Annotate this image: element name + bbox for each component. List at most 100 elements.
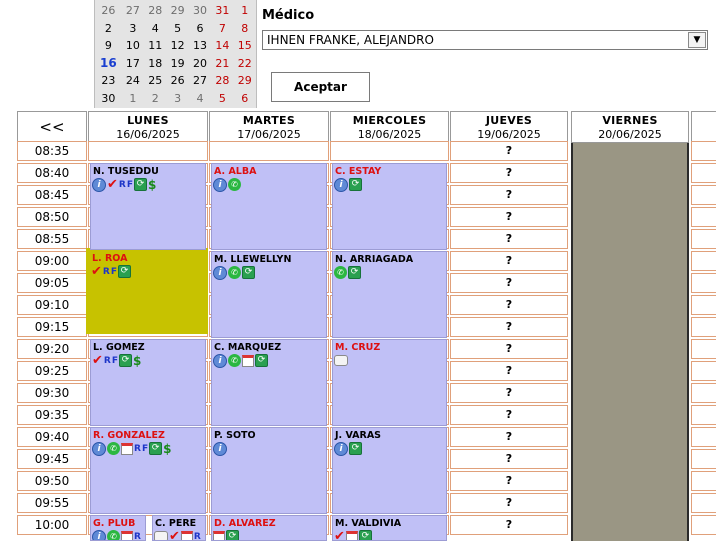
appointment-block[interactable]: J. VARAS i ⟳ bbox=[332, 427, 447, 514]
sync-icon[interactable]: ⟳ bbox=[349, 442, 362, 455]
sync-icon[interactable]: ⟳ bbox=[349, 178, 362, 191]
appointment-block[interactable]: C. ESTAY i ⟳ bbox=[332, 163, 447, 250]
whatsapp-icon[interactable]: ✆ bbox=[228, 354, 241, 367]
day-header-jueves[interactable]: JUEVES 19/06/2025 bbox=[450, 111, 568, 143]
sync-icon[interactable]: ⟳ bbox=[119, 354, 132, 367]
calendar-day[interactable]: 16 bbox=[95, 55, 122, 73]
unassigned-slot[interactable]: ? bbox=[450, 339, 568, 359]
calendar-day[interactable]: 5 bbox=[211, 90, 233, 108]
sync-icon[interactable]: ⟳ bbox=[242, 266, 255, 279]
chevron-down-icon[interactable]: ▼ bbox=[688, 32, 706, 48]
sync-icon[interactable]: ⟳ bbox=[149, 442, 163, 455]
sync-icon[interactable]: ⟳ bbox=[226, 530, 239, 540]
unassigned-slot[interactable]: ? bbox=[450, 141, 568, 161]
calendar-day[interactable]: 28 bbox=[211, 72, 233, 90]
unassigned-slot[interactable]: ? bbox=[450, 471, 568, 491]
calendar-day[interactable]: 27 bbox=[189, 72, 211, 90]
calendar-day[interactable]: 28 bbox=[144, 2, 166, 20]
calendar-day[interactable]: 13 bbox=[189, 37, 211, 55]
appointment-block[interactable]: C. MARQUEZ i ✆ ⟳ bbox=[211, 339, 327, 426]
calendar-day[interactable]: 8 bbox=[234, 20, 256, 38]
whatsapp-icon[interactable]: ✆ bbox=[228, 178, 241, 191]
calendar-day[interactable]: 5 bbox=[166, 20, 188, 38]
calendar-day[interactable]: 15 bbox=[234, 37, 256, 55]
calendar-day[interactable]: 12 bbox=[166, 37, 188, 55]
info-icon[interactable]: i bbox=[92, 441, 106, 456]
unassigned-slot[interactable]: ? bbox=[450, 273, 568, 293]
whatsapp-icon[interactable]: ✆ bbox=[107, 442, 120, 455]
calendar-day[interactable]: 22 bbox=[234, 55, 256, 73]
unassigned-slot[interactable]: ? bbox=[450, 361, 568, 381]
appointment-block[interactable]: A. ALBA i ✆ bbox=[211, 163, 327, 250]
info-icon[interactable]: i bbox=[92, 529, 106, 540]
calendar-day[interactable]: 29 bbox=[234, 72, 256, 90]
whatsapp-icon[interactable]: ✆ bbox=[107, 530, 120, 540]
calendar-day[interactable]: 4 bbox=[144, 20, 166, 38]
calendar-day[interactable]: 27 bbox=[122, 2, 144, 20]
appointment-block[interactable]: M. VALDIVIA ✔ ⟳ bbox=[332, 515, 447, 541]
calendar-day[interactable]: 4 bbox=[189, 90, 211, 108]
calendar-day[interactable]: 1 bbox=[122, 90, 144, 108]
calendar-day[interactable]: 9 bbox=[95, 37, 122, 55]
unassigned-slot[interactable]: ? bbox=[450, 185, 568, 205]
empty-slot[interactable] bbox=[330, 141, 449, 161]
calendar-day[interactable]: 20 bbox=[189, 55, 211, 73]
unassigned-slot[interactable]: ? bbox=[450, 449, 568, 469]
appointment-block[interactable]: N. TUSEDDU i ✔RF ⟳ $ bbox=[90, 163, 206, 250]
info-icon[interactable]: i bbox=[213, 265, 227, 280]
calendar-day[interactable]: 2 bbox=[95, 20, 122, 38]
calendar-day[interactable]: 6 bbox=[189, 20, 211, 38]
info-icon[interactable]: i bbox=[213, 353, 227, 368]
day-header-lunes[interactable]: LUNES 16/06/2025 bbox=[88, 111, 208, 143]
calendar-day[interactable]: 11 bbox=[144, 37, 166, 55]
appointment-block[interactable]: D. ALVAREZ ⟳ bbox=[211, 515, 327, 541]
calendar-day[interactable]: 29 bbox=[166, 2, 188, 20]
unassigned-slot[interactable]: ? bbox=[450, 229, 568, 249]
unassigned-slot[interactable]: ? bbox=[450, 383, 568, 403]
appointment-block[interactable]: P. SOTO i bbox=[211, 427, 327, 514]
appointment-block[interactable]: M. LLEWELLYN i ✆ ⟳ bbox=[211, 251, 327, 338]
day-header-martes[interactable]: MARTES 17/06/2025 bbox=[209, 111, 329, 143]
empty-slot[interactable] bbox=[209, 141, 329, 161]
unassigned-slot[interactable]: ? bbox=[450, 163, 568, 183]
day-header-miercoles[interactable]: MIERCOLES 18/06/2025 bbox=[330, 111, 449, 143]
calendar-day[interactable]: 1 bbox=[234, 2, 256, 20]
sync-icon[interactable]: ⟳ bbox=[348, 266, 361, 279]
sync-icon[interactable]: ⟳ bbox=[134, 178, 147, 191]
calendar-day[interactable]: 3 bbox=[122, 20, 144, 38]
appointment-block[interactable]: L. ROA ✔RF ⟳ bbox=[90, 251, 206, 338]
unassigned-slot[interactable]: ? bbox=[450, 317, 568, 337]
appointment-block[interactable]: G. PLUB i ✆ R bbox=[90, 515, 146, 541]
calendar-day[interactable]: 31 bbox=[211, 2, 233, 20]
unassigned-slot[interactable]: ? bbox=[450, 515, 568, 535]
calendar-day[interactable]: 30 bbox=[189, 2, 211, 20]
calendar-day[interactable]: 17 bbox=[122, 55, 144, 73]
unassigned-slot[interactable]: ? bbox=[450, 427, 568, 447]
sync-icon[interactable]: ⟳ bbox=[255, 354, 268, 367]
info-icon[interactable]: i bbox=[213, 441, 227, 456]
unassigned-slot[interactable]: ? bbox=[450, 405, 568, 425]
calendar-day[interactable]: 25 bbox=[144, 72, 166, 90]
appointment-block[interactable]: M. CRUZ bbox=[332, 339, 447, 426]
unassigned-slot[interactable]: ? bbox=[450, 207, 568, 227]
empty-slot[interactable] bbox=[88, 141, 208, 161]
info-icon[interactable]: i bbox=[92, 177, 106, 192]
sync-icon[interactable]: ⟳ bbox=[358, 530, 372, 540]
calendar-day[interactable]: 10 bbox=[122, 37, 144, 55]
calendar-day[interactable]: 30 bbox=[95, 90, 122, 108]
calendar-day[interactable]: 18 bbox=[144, 55, 166, 73]
calendar-day[interactable]: 23 bbox=[95, 72, 122, 90]
day-header-viernes[interactable]: VIERNES 20/06/2025 bbox=[571, 111, 689, 143]
appointment-block[interactable]: R. GONZALEZ i ✆ RF ⟳ $ bbox=[90, 427, 206, 514]
appointment-block[interactable]: C. PERE ✔ R bbox=[152, 515, 206, 541]
calendar-day[interactable]: 3 bbox=[166, 90, 188, 108]
medico-select[interactable]: IHNEN FRANKE, ALEJANDRO ▼ bbox=[262, 30, 708, 50]
calendar-day[interactable]: 19 bbox=[166, 55, 188, 73]
calendar-day[interactable]: 7 bbox=[211, 20, 233, 38]
calendar-day[interactable]: 21 bbox=[211, 55, 233, 73]
whatsapp-icon[interactable]: ✆ bbox=[334, 266, 347, 279]
appointment-block[interactable]: N. ARRIAGADA ✆ ⟳ bbox=[332, 251, 447, 338]
calendar-day[interactable]: 14 bbox=[211, 37, 233, 55]
whatsapp-icon[interactable]: ✆ bbox=[228, 266, 241, 279]
calendar-day[interactable]: 26 bbox=[166, 72, 188, 90]
